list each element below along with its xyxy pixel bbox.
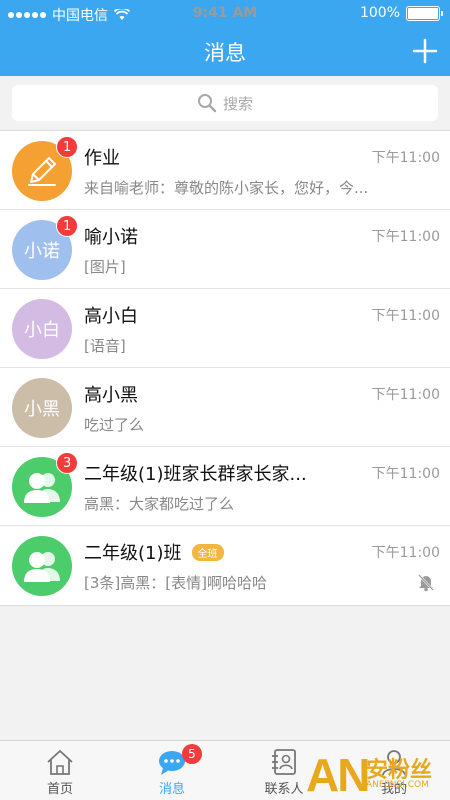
message-preview: 来自喻老师：尊敬的陈小家长，您好，今... bbox=[84, 179, 369, 197]
class-tag: 全班 bbox=[191, 543, 224, 561]
conversation-name: 二年级(1)班 全班 bbox=[84, 539, 224, 565]
conversation-title: 高小黑 bbox=[84, 385, 138, 406]
message-preview: [语音] bbox=[84, 337, 126, 355]
message-preview: [图片] bbox=[84, 258, 126, 276]
conversation-time: 下午11:00 bbox=[371, 387, 440, 403]
avatar-text: 小诺 bbox=[24, 241, 60, 262]
conversation-list: 1 作业 下午11:00 来自喻老师：尊敬的陈小家长，您好，今... 小诺 1 … bbox=[0, 130, 450, 606]
conversation-time: 下午11:00 bbox=[371, 466, 440, 482]
battery-icon bbox=[406, 5, 443, 21]
tab-label: 消息 bbox=[158, 782, 185, 797]
conversation-name: 二年级(1)班家长群家长家... bbox=[84, 460, 307, 486]
contacts-icon bbox=[272, 749, 296, 775]
avatar-text: 小白 bbox=[24, 320, 60, 341]
conversation-time: 下午11:00 bbox=[371, 545, 440, 561]
conversation-item[interactable]: 二年级(1)班 全班 下午11:00 [3条]高黑：[表情]啊哈哈哈 bbox=[0, 526, 450, 605]
conversation-item[interactable]: 小白 高小白 下午11:00 [语音] bbox=[0, 289, 450, 368]
unread-badge: 1 bbox=[56, 215, 79, 237]
plus-icon[interactable] bbox=[410, 36, 440, 66]
watermark-logo: AN 安粉丝 ANFENSI.COM bbox=[300, 748, 450, 800]
conversation-item[interactable]: 小黑 高小黑 下午11:00 吃过了么 bbox=[0, 368, 450, 447]
conversation-time: 下午11:00 bbox=[371, 308, 440, 324]
message-preview: 吃过了么 bbox=[84, 416, 145, 434]
tab-badge: 5 bbox=[182, 744, 202, 764]
conversation-title: 作业 bbox=[84, 148, 120, 169]
watermark-mark: AN bbox=[306, 749, 370, 800]
search-input[interactable]: 搜索 bbox=[12, 85, 438, 121]
conversation-title: 高小白 bbox=[84, 306, 138, 327]
conversation-time: 下午11:00 bbox=[371, 150, 440, 166]
group-icon bbox=[24, 552, 60, 582]
avatar: 小白 bbox=[12, 299, 72, 359]
message-preview: [3条]高黑：[表情]啊哈哈哈 bbox=[84, 574, 267, 592]
conversation-title: 二年级(1)班家长群家长家... bbox=[84, 464, 307, 485]
conversation-item[interactable]: 1 作业 下午11:00 来自喻老师：尊敬的陈小家长，您好，今... bbox=[0, 131, 450, 210]
search-icon bbox=[197, 94, 217, 113]
watermark-url: ANFENSI.COM bbox=[366, 780, 429, 790]
page-title: 消息 bbox=[204, 41, 246, 65]
mute-bell-icon bbox=[418, 574, 434, 592]
conversation-title: 二年级(1)班 bbox=[84, 543, 182, 564]
tab-label: 首页 bbox=[46, 782, 73, 797]
avatar bbox=[12, 536, 72, 596]
conversation-item[interactable]: 3 二年级(1)班家长群家长家... 下午11:00 高黑：大家都吃过了么 bbox=[0, 447, 450, 526]
conversation-item[interactable]: 小诺 1 喻小诺 下午11:00 [图片] bbox=[0, 210, 450, 289]
search-section: 搜索 bbox=[0, 76, 450, 130]
battery-percent: 100% bbox=[359, 5, 400, 21]
tab-home[interactable]: 首页 bbox=[4, 741, 116, 800]
avatar-text: 小黑 bbox=[24, 399, 60, 420]
conversation-time: 下午11:00 bbox=[371, 229, 440, 245]
tab-messages[interactable]: 5 消息 bbox=[116, 741, 228, 800]
status-right: 100% bbox=[359, 5, 443, 21]
nav-bar: 消息 bbox=[0, 28, 450, 76]
status-bar: 中国电信 9:41 AM 100% bbox=[0, 0, 450, 28]
conversation-name: 喻小诺 bbox=[84, 223, 138, 249]
search-placeholder: 搜索 bbox=[222, 94, 253, 113]
message-preview: 高黑：大家都吃过了么 bbox=[84, 495, 235, 513]
unread-badge: 1 bbox=[56, 136, 79, 158]
home-icon bbox=[47, 750, 73, 775]
group-icon bbox=[24, 473, 60, 503]
avatar: 小黑 bbox=[12, 378, 72, 438]
conversation-name: 作业 bbox=[84, 144, 120, 170]
conversation-name: 高小白 bbox=[84, 302, 138, 328]
conversation-title: 喻小诺 bbox=[84, 227, 138, 248]
conversation-name: 高小黑 bbox=[84, 381, 138, 407]
pencil-icon bbox=[28, 157, 56, 186]
unread-badge: 3 bbox=[56, 452, 79, 474]
